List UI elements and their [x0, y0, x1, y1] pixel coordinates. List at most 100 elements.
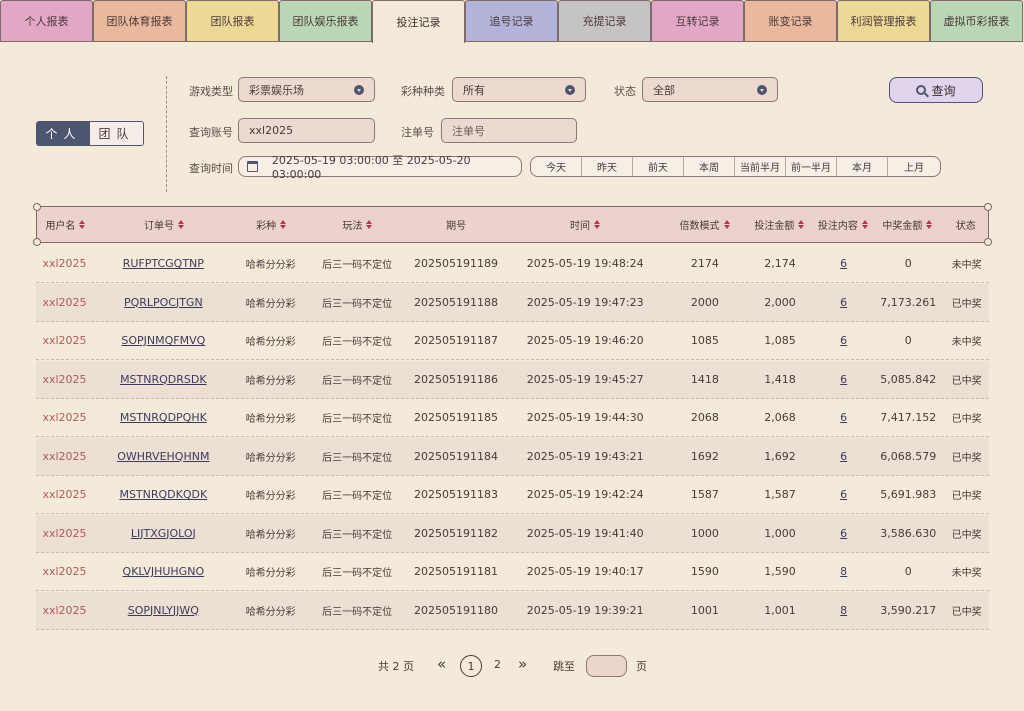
jump-page-input[interactable] — [586, 655, 627, 677]
multiplier-cell: 2000 — [690, 295, 719, 309]
win-amount-cell: 7,173.261 — [880, 295, 937, 309]
search-button[interactable]: 查询 — [889, 77, 983, 103]
column-header-2[interactable]: 彩种 — [234, 217, 308, 232]
sort-icon[interactable] — [178, 220, 185, 229]
tab-7[interactable]: 互转记录 — [651, 0, 744, 42]
quick-range-4[interactable]: 当前半月 — [735, 157, 786, 176]
status-cell: 已中奖 — [951, 452, 982, 464]
tab-10[interactable]: 虚拟币彩报表 — [930, 0, 1023, 42]
quick-range-7[interactable]: 上月 — [888, 157, 940, 176]
column-header-5[interactable]: 时间 — [505, 217, 664, 232]
sort-icon[interactable] — [861, 220, 868, 229]
column-header-8[interactable]: 投注内容 — [814, 217, 871, 232]
order-link[interactable]: LIJTXGJOLOJ — [93, 527, 234, 540]
tab-6[interactable]: 充提记录 — [558, 0, 651, 42]
username-cell: xxl2025 — [42, 334, 87, 347]
status-cell: 已中奖 — [951, 491, 982, 502]
quick-range-0[interactable]: 今天 — [531, 157, 582, 176]
sort-icon[interactable] — [79, 220, 86, 229]
column-header-0[interactable]: 用户名 — [37, 217, 94, 232]
quick-range-2[interactable]: 前天 — [633, 157, 684, 176]
quick-range-3[interactable]: 本周 — [684, 157, 735, 176]
order-input[interactable]: 注单号 — [441, 118, 577, 143]
status-cell: 未中奖 — [951, 568, 982, 579]
order-link[interactable]: MSTNRQDRSDK — [93, 373, 234, 386]
bet-content-link[interactable]: 6 — [815, 334, 872, 347]
status-select[interactable]: 全部 — [642, 77, 778, 102]
win-amount-cell: 3,590.217 — [880, 603, 937, 617]
column-header-6[interactable]: 倍数模式 — [665, 217, 745, 232]
win-amount-cell: 0 — [904, 565, 912, 578]
bet-content-link[interactable]: 6 — [815, 411, 872, 424]
order-link[interactable]: RUFPTCGQTNP — [93, 257, 234, 270]
bet-content-link[interactable]: 6 — [815, 450, 872, 463]
win-amount-cell: 7,417.152 — [880, 411, 937, 424]
lottery-cell: 哈希分分彩 — [245, 568, 296, 579]
tab-8[interactable]: 账变记录 — [744, 0, 837, 42]
bet-content-link[interactable]: 6 — [815, 373, 872, 386]
sort-icon[interactable] — [594, 220, 601, 229]
bet-amount-cell: 2,174 — [764, 257, 796, 270]
page-2-button[interactable]: 2 — [494, 658, 501, 671]
column-header-3[interactable]: 玩法 — [308, 217, 407, 232]
order-link[interactable]: OWHRVEHQHNM — [93, 450, 234, 463]
column-header-1[interactable]: 订单号 — [94, 217, 234, 232]
toggle-personal[interactable]: 个人 — [37, 122, 90, 145]
table-row: xxl2025 PQRLPOCJTGN 哈希分分彩 后三一码不定位 2025051911… — [36, 283, 989, 322]
tab-4[interactable]: 投注记录 — [372, 0, 465, 43]
lottery-select[interactable]: 所有 — [452, 77, 586, 102]
sort-icon[interactable] — [798, 220, 805, 229]
lottery-cell: 哈希分分彩 — [245, 491, 296, 502]
tab-2[interactable]: 团队报表 — [186, 0, 279, 42]
sort-icon[interactable] — [366, 220, 373, 229]
bet-content-link[interactable]: 6 — [815, 296, 872, 309]
play-cell: 后三一码不定位 — [322, 491, 393, 502]
tab-9[interactable]: 利润管理报表 — [837, 0, 930, 42]
sort-icon[interactable] — [723, 220, 730, 229]
column-header-7[interactable]: 投注金额 — [744, 217, 814, 232]
play-cell: 后三一码不定位 — [322, 337, 393, 348]
multiplier-cell: 1590 — [690, 565, 719, 578]
column-header-9[interactable]: 中奖金额 — [871, 217, 943, 232]
calendar-icon — [247, 161, 258, 172]
bet-content-link[interactable]: 8 — [815, 565, 872, 578]
prev-page-button[interactable]: « — [437, 655, 446, 673]
column-header-label: 投注金额 — [754, 221, 795, 232]
tab-5[interactable]: 追号记录 — [465, 0, 558, 42]
bet-amount-cell: 2,000 — [764, 295, 796, 309]
bet-content-link[interactable]: 6 — [815, 527, 872, 540]
page-1-button[interactable]: 1 — [460, 655, 482, 677]
sort-icon[interactable] — [926, 220, 933, 229]
chevron-down-icon — [565, 85, 575, 95]
order-link[interactable]: SOPJNLYJJWQ — [93, 604, 234, 617]
time-label: 查询时间 — [189, 162, 233, 175]
sort-icon[interactable] — [280, 220, 287, 229]
quick-range-6[interactable]: 本月 — [837, 157, 888, 176]
next-page-button[interactable]: » — [518, 655, 527, 673]
order-label: 注单号 — [401, 126, 434, 139]
quick-range-1[interactable]: 昨天 — [582, 157, 633, 176]
order-link[interactable]: QKLVJHUHGNO — [93, 565, 234, 578]
multiplier-cell: 1418 — [690, 372, 719, 386]
order-link[interactable]: PQRLPOCJTGN — [93, 296, 234, 309]
tab-1[interactable]: 团队体育报表 — [93, 0, 186, 42]
order-link[interactable]: MSTNRQDPQHK — [93, 411, 234, 424]
bet-content-link[interactable]: 8 — [815, 604, 872, 617]
period-cell: 202505191186 — [413, 372, 498, 386]
bet-amount-cell: 2,068 — [764, 411, 796, 424]
username-cell: xxl2025 — [42, 372, 87, 386]
tab-3[interactable]: 团队娱乐报表 — [279, 0, 372, 42]
status-value: 全部 — [653, 83, 675, 97]
date-range-field[interactable]: 2025-05-19 03:00:00 至 2025-05-20 03:00:0… — [238, 154, 522, 181]
order-link[interactable]: MSTNRQDKQDK — [93, 488, 234, 501]
bet-content-link[interactable]: 6 — [815, 257, 872, 270]
toggle-team[interactable]: 团队 — [90, 122, 143, 145]
status-cell: 已中奖 — [951, 298, 982, 310]
time-cell: 2025-05-19 19:44:30 — [526, 411, 644, 424]
quick-range-5[interactable]: 前一半月 — [786, 157, 837, 176]
tab-0[interactable]: 个人报表 — [0, 0, 93, 42]
account-input[interactable]: xxl2025 — [238, 118, 375, 143]
game-type-select[interactable]: 彩票娱乐场 — [238, 77, 375, 102]
order-link[interactable]: SOPJNMQFMVQ — [93, 334, 234, 347]
bet-content-link[interactable]: 6 — [815, 488, 872, 501]
